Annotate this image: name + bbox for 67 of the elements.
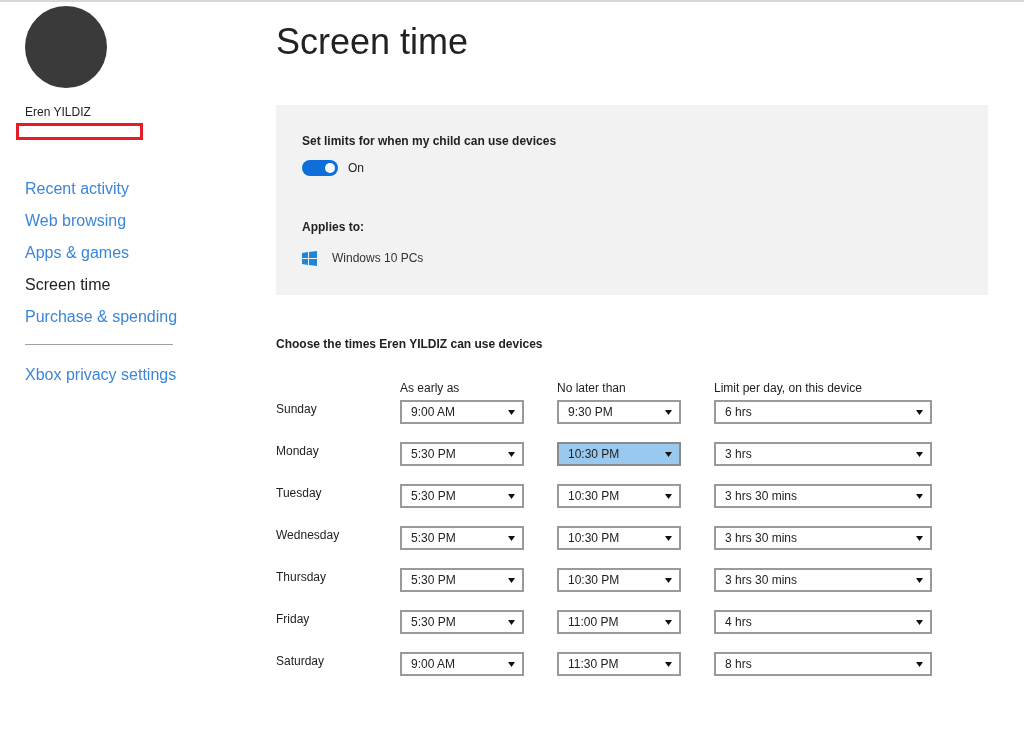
- caret-icon: [508, 451, 515, 457]
- device-name: Windows 10 PCs: [332, 250, 424, 267]
- day-label: Monday: [276, 443, 320, 460]
- caret-icon: [916, 493, 923, 499]
- caret-icon: [665, 619, 672, 625]
- dropdown[interactable]: 3 hrs: [714, 442, 932, 466]
- caret-icon: [916, 577, 923, 583]
- dropdown[interactable]: 9:00 AM: [400, 652, 524, 676]
- caret-icon: [916, 451, 923, 457]
- schedule-heading: Choose the times Eren YILDIZ can use devices: [276, 336, 544, 353]
- column-header: No later than: [557, 380, 627, 397]
- caret-icon: [508, 577, 515, 583]
- dropdown[interactable]: 9:00 AM: [400, 400, 524, 424]
- dropdown[interactable]: 10:30 PM: [557, 568, 681, 592]
- dropdown[interactable]: 8 hrs: [714, 652, 932, 676]
- caret-icon: [508, 619, 515, 625]
- day-label: Wednesday: [276, 527, 341, 544]
- dropdown[interactable]: 11:00 PM: [557, 610, 681, 634]
- page-title: Screen time: [276, 20, 470, 64]
- day-label: Thursday: [276, 569, 328, 586]
- caret-icon: [665, 661, 672, 667]
- caret-icon: [508, 535, 515, 541]
- dropdown[interactable]: 10:30 PM: [557, 442, 681, 466]
- day-label: Friday: [276, 611, 311, 628]
- dropdown[interactable]: 5:30 PM: [400, 442, 524, 466]
- dropdown[interactable]: 6 hrs: [714, 400, 932, 424]
- caret-icon: [916, 535, 923, 541]
- windows-logo-icon: [302, 250, 317, 266]
- dropdown[interactable]: 9:30 PM: [557, 400, 681, 424]
- column-header: As early as: [400, 380, 461, 397]
- nav-link[interactable]: Xbox privacy settings: [25, 364, 276, 385]
- day-label: Sunday: [276, 401, 318, 418]
- caret-icon: [916, 619, 923, 625]
- dropdown[interactable]: 10:30 PM: [557, 484, 681, 508]
- nav-link[interactable]: Purchase & spending: [25, 306, 276, 327]
- caret-icon: [508, 493, 515, 499]
- day-label: Tuesday: [276, 485, 323, 502]
- dropdown[interactable]: 5:30 PM: [400, 484, 524, 508]
- nav-link[interactable]: Recent activity: [25, 178, 276, 199]
- dropdown[interactable]: 5:30 PM: [400, 526, 524, 550]
- caret-icon: [916, 409, 923, 415]
- nav-link[interactable]: Apps & games: [25, 242, 276, 263]
- caret-icon: [665, 409, 672, 415]
- dropdown[interactable]: 3 hrs 30 mins: [714, 568, 932, 592]
- child-name: Eren YILDIZ: [25, 104, 92, 121]
- dropdown[interactable]: 10:30 PM: [557, 526, 681, 550]
- toggle-switch[interactable]: [302, 160, 338, 176]
- dropdown[interactable]: 4 hrs: [714, 610, 932, 634]
- caret-icon: [665, 493, 672, 499]
- nav-link[interactable]: Screen time: [25, 274, 276, 295]
- applies-heading: Applies to:: [302, 219, 365, 236]
- toggle-state: On: [348, 160, 364, 177]
- day-label: Saturday: [276, 653, 326, 670]
- caret-icon: [665, 535, 672, 541]
- dropdown[interactable]: 5:30 PM: [400, 568, 524, 592]
- nav-link[interactable]: Web browsing: [25, 210, 276, 231]
- caret-icon: [665, 451, 672, 457]
- caret-icon: [508, 661, 515, 667]
- caret-icon: [508, 409, 515, 415]
- toggle-label: Set limits for when my child can use devices: [302, 133, 558, 150]
- column-header: Limit per day, on this device: [714, 380, 863, 397]
- dropdown[interactable]: 3 hrs 30 mins: [714, 526, 932, 550]
- caret-icon: [665, 577, 672, 583]
- dropdown[interactable]: 3 hrs 30 mins: [714, 484, 932, 508]
- dropdown[interactable]: 11:30 PM: [557, 652, 681, 676]
- caret-icon: [916, 661, 923, 667]
- dropdown[interactable]: 5:30 PM: [400, 610, 524, 634]
